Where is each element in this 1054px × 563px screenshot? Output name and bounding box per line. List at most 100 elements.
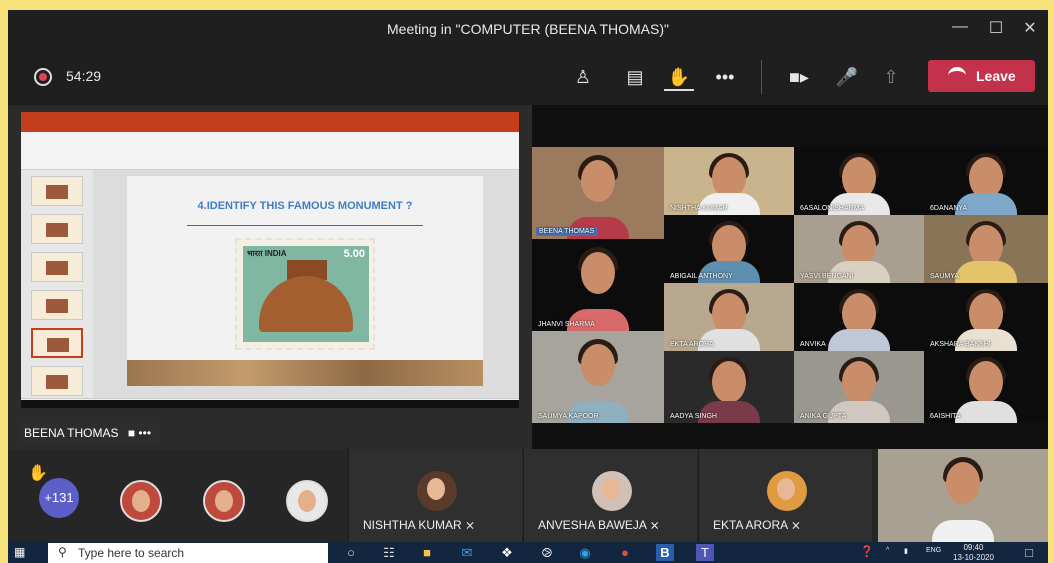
task-view-icon[interactable]: ☷ [380,544,398,561]
participant-name: AKSHARA BAKSHI [930,341,991,348]
teams-window: Meeting in "COMPUTER (BEENA THOMAS)" — ☐… [8,10,1048,563]
ppt-titlebar [21,112,519,123]
clock-time: 09:40 [963,543,984,552]
help-icon[interactable]: ❓ [860,545,874,558]
shared-screen: 4.IDENTIFY THIS FAMOUS MONUMENT ? भारत I… [8,105,532,449]
video-tile[interactable]: SAUMYA KAPOOR [532,331,664,423]
windows-taskbar: ▦ ⚲ Type here to search ○ ☷ ■ ✉ ❖ ⧁ ◉ ● … [8,542,1048,563]
slide-thumbnail [31,252,83,282]
video-tile[interactable]: BEENA THOMAS [532,147,664,239]
video-tile[interactable]: YASVI BENGANI [794,215,924,283]
video-tile[interactable]: NISHTHA KUMAR [664,147,794,215]
video-tile[interactable]: SAUMYA [924,215,1048,283]
chat-icon[interactable]: ▤ [620,63,650,91]
presenter-taskbar [21,400,519,408]
slide-question: 4.IDENTIFY THIS FAMOUS MONUMENT ? [197,200,413,212]
search-placeholder: Type here to search [78,546,185,560]
participant-tile[interactable]: NISHTHA KUMAR ⨯ [348,449,522,542]
video-tile[interactable]: 6ASALONISHARMA [794,147,924,215]
chrome-icon[interactable]: ● [616,544,634,561]
participant-avatar [767,471,807,511]
video-tile[interactable]: ANVIKA [794,283,924,351]
title-bar: Meeting in "COMPUTER (BEENA THOMAS)" — ☐… [8,10,1048,50]
video-tile[interactable]: AKSHARA BAKSHI [924,283,1048,351]
meeting-timer: 54:29 [66,68,102,84]
presenter-label[interactable]: BEENA THOMAS ■ ••• [18,422,160,444]
close-icon[interactable]: ✕ [1018,18,1042,40]
participant-name: NISHTHA KUMAR ⨯ [363,518,476,532]
participant-strip: ✋ +131 NISHTHA KUMAR ⨯ ANVESHA BAWEJA ⨯ … [8,449,1048,542]
participant-name: SAUMYA KAPOOR [538,413,599,420]
slide-floor [127,360,483,386]
participant-name: ANVIKA [800,341,826,348]
more-participants-button[interactable]: +131 [39,478,79,518]
app-b-icon[interactable]: B [656,544,674,561]
minimize-icon[interactable]: — [948,18,972,40]
presenter-name: BEENA THOMAS [24,426,119,440]
teams-taskbar-icon[interactable]: T [696,544,714,561]
taskbar-search-input[interactable]: ⚲ Type here to search [48,543,328,563]
taskbar-clock[interactable]: 09:40 13-10-2020 [953,543,994,563]
notifications-icon[interactable]: □ [1020,544,1038,561]
stamp-value: 5.00 [343,248,365,260]
dropbox-icon[interactable]: ❖ [498,544,516,561]
video-tile[interactable]: ABIGAIL ANTHONY [664,215,794,283]
video-tile[interactable]: ANIKA GUPTA [794,351,924,423]
participant-name: 6ASALONISHARMA [800,205,865,212]
edge-icon[interactable]: ◉ [576,544,594,561]
slide-canvas: 4.IDENTIFY THIS FAMOUS MONUMENT ? भारत I… [93,170,519,398]
participant-avatar[interactable] [286,480,328,522]
leave-button[interactable]: Leave [928,60,1035,92]
raise-hand-icon[interactable]: ✋ [664,63,694,91]
slide-thumbnail [31,290,83,320]
window-title: Meeting in "COMPUTER (BEENA THOMAS)" [387,21,669,37]
recording-icon [34,68,52,86]
more-actions-icon[interactable]: ••• [710,63,740,91]
windows-start-icon[interactable]: ▦ [14,546,28,559]
participant-avatar[interactable] [120,480,162,522]
participant-avatar[interactable] [203,480,245,522]
mail-icon[interactable]: ✉ [458,544,476,561]
ppt-menu-tabs [21,123,519,132]
mic-muted-icon[interactable]: 🎤 [832,63,862,91]
participants-icon[interactable]: ♙ [568,63,598,91]
battery-icon[interactable]: ▮ [904,547,908,555]
participant-name: EKTA ARORA [670,341,714,348]
share-screen-icon[interactable]: ⇧ [876,63,906,91]
video-tile[interactable]: 6DANANYA [924,147,1048,215]
raised-hand-icon: ✋ [28,465,48,482]
video-tile[interactable]: AADYA SINGH [664,351,794,423]
participant-name: 6DANANYA [930,205,968,212]
participant-tile[interactable]: ANVESHA BAWEJA ⨯ [523,449,697,542]
slide-thumbnail [31,176,83,206]
presenter-options-icon[interactable]: ■ ••• [128,426,151,440]
participant-avatar [592,471,632,511]
participant-name: ANIKA GUPTA [800,413,847,420]
tray-chevron-icon[interactable]: ^ [886,547,889,554]
slide-rule [187,225,423,226]
mic-muted-icon: ⨯ [790,518,801,532]
phone-hangup-icon [948,67,966,77]
bolt-app-icon[interactable]: ⧁ [538,544,556,561]
video-tile[interactable]: JHANVI SHARMA [532,239,664,331]
file-explorer-icon[interactable]: ■ [418,544,436,561]
participant-tile[interactable]: EKTA ARORA ⨯ [698,449,872,542]
maximize-icon[interactable]: ☐ [984,18,1008,40]
video-tile[interactable]: 6AISHITA [924,351,1048,423]
participant-name: ABIGAIL ANTHONY [670,273,733,280]
participant-name: BEENA THOMAS [536,227,598,236]
video-tile[interactable]: EKTA ARORA [664,283,794,351]
participant-name: 6AISHITA [930,413,961,420]
participant-name: EKTA ARORA ⨯ [713,518,801,532]
mic-muted-icon: ⨯ [649,518,660,532]
leave-label: Leave [976,68,1016,84]
camera-icon[interactable]: ■▸ [784,63,814,91]
mic-muted-icon: ⨯ [465,518,476,532]
participant-name: ANVESHA BAWEJA ⨯ [538,518,660,532]
self-video-preview[interactable] [878,449,1048,542]
slide: 4.IDENTIFY THIS FAMOUS MONUMENT ? भारत I… [127,176,483,386]
cortana-icon[interactable]: ○ [342,544,360,561]
participant-avatar [417,471,457,511]
language-indicator[interactable]: ENG [926,547,941,554]
clock-date: 13-10-2020 [953,553,994,562]
